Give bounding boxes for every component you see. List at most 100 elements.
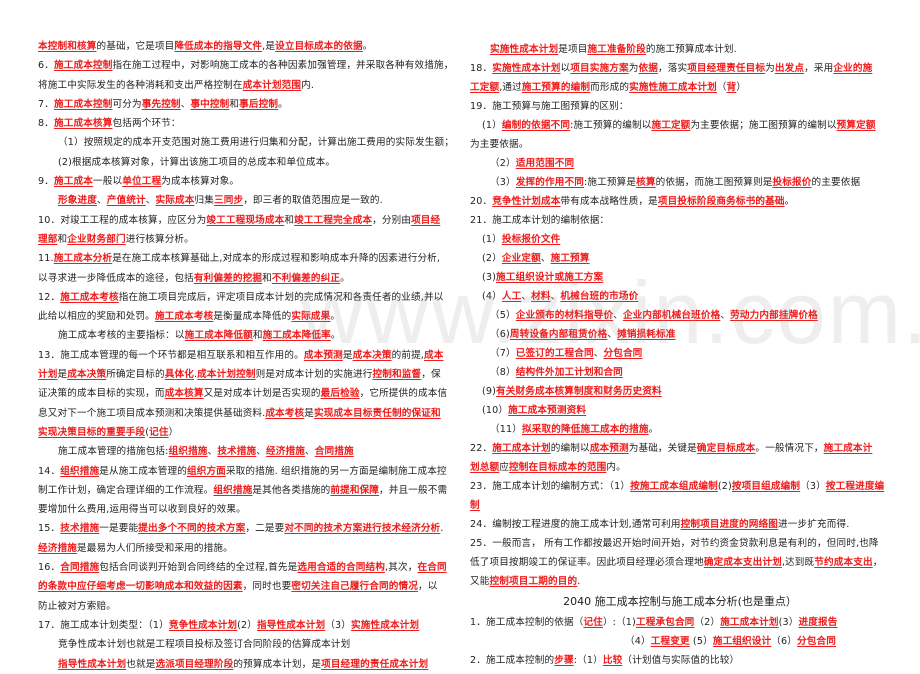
key-term: 投标报价文件 — [501, 234, 561, 245]
plain-text: 、 — [305, 446, 315, 458]
text-line: 11.施工成本分析是在施工成本核算基础上,对成本的形成过程和影响成本升降的因素进… — [38, 249, 448, 268]
key-term: 工程变更 — [650, 636, 690, 647]
plain-text: (1） — [482, 234, 502, 245]
plain-text: 是 — [342, 349, 353, 361]
key-term: 控制项目工期的目的 — [489, 576, 578, 587]
key-term: 施工组织设计或施工方案 — [496, 272, 604, 283]
text-line: 1．施工成本控制的依据（记住）:（1)工程承包合同（2）施工成本计划(3）进度报… — [470, 613, 890, 632]
key-term: 施工成本降低额 — [184, 330, 253, 342]
text-line: 将施工中实际发生的各种消耗和支出严格控制在成本计划范围内. — [38, 76, 448, 95]
key-term: 提出多个不同的技术方案 — [138, 523, 246, 535]
key-term: 施工成本预测资料 — [508, 405, 587, 416]
key-term: 前提和保障 — [330, 484, 380, 496]
key-term: 成本预测 — [303, 349, 343, 361]
plain-text: :（1） — [573, 655, 603, 666]
key-term: 比较 — [602, 655, 623, 666]
plain-text: 则是对成本计划的实施进行 — [255, 369, 373, 381]
plain-text: 又是对成本计划是否实现的 — [203, 388, 321, 400]
plain-text: 、 — [145, 195, 156, 207]
key-term: 施工成本计划 — [492, 443, 551, 454]
plain-text: 的前提, — [391, 349, 425, 361]
key-term: 拟采取的降低施工成本的措施 — [522, 424, 649, 435]
plain-text: (10） — [482, 405, 509, 416]
key-term: 实施性成本计划 — [350, 619, 420, 631]
key-term: 施工成本 — [54, 176, 93, 188]
text-line: 以寻求进一步降低成本的途径，包括有利偏差的挖掘和不利偏差的纠正。 — [38, 269, 448, 288]
text-line: 制 — [470, 496, 890, 515]
plain-text: 要增加什么费用,运用得当可以收到良好的效果。 — [38, 504, 246, 516]
key-term: 单位工程 — [122, 176, 162, 188]
plain-text: 施工成本考核的主要指标：以 — [58, 330, 185, 342]
key-term: 出发点 — [774, 63, 805, 74]
plain-text: 17．施工成本计划类型：（1） — [38, 619, 169, 631]
text-line: （3）发挥的作用不同:施工预算是核算的依据，而施工图预算则是投标报价的主要依据 — [470, 173, 890, 192]
plain-text: 16． — [38, 562, 61, 574]
key-term: 记住 — [583, 617, 603, 628]
plain-text: ，同时也要 — [242, 581, 292, 593]
key-term: 投标报价 — [772, 177, 812, 188]
text-line: 9．施工成本一般以单位工程为成本核算对象。 — [38, 172, 448, 191]
plain-text: 是 — [304, 407, 315, 419]
key-term: 的条款中应仔细考虑一切影响成本和效益的因素 — [38, 581, 243, 593]
key-term: 指导性成本计划 — [58, 658, 127, 670]
key-term: 按项目组成编制 — [731, 481, 801, 492]
key-term: 施工准备阶段 — [587, 44, 646, 55]
text-line: 23．施工成本计划的编制方式：（1）按施工成本组成编制(2)按项目组成编制（3）… — [470, 477, 890, 496]
plain-text: 所确定目标的 — [106, 369, 165, 381]
plain-text: ，并且一般不需 — [379, 484, 448, 496]
plain-text: （6) — [490, 329, 510, 340]
plain-text: 的基础，它是项目 — [96, 41, 175, 52]
key-term: 项目实施方案 — [570, 63, 629, 74]
plain-text: 7． — [38, 98, 54, 110]
key-term: 周转设备内部租赁价格 — [509, 329, 608, 340]
plain-text: ，二是要 — [245, 523, 285, 535]
plain-text: 、 — [540, 253, 551, 264]
key-term: 施工成本计划 — [720, 617, 779, 628]
plain-text: :施工预算的编制以 — [570, 120, 652, 131]
text-line: 本控制和核算的基础，它是项目降低成本的指导文件,是设立目标成本的依据。 — [38, 37, 448, 56]
plain-text: 是 — [57, 369, 68, 381]
plain-text: 15． — [38, 523, 61, 535]
plain-text: (9) — [482, 386, 497, 397]
plain-text: (2) — [717, 481, 732, 492]
plain-text: （3） — [490, 177, 516, 188]
text-line: (2)根据成本核算对象，计算出该施工项目的总成本和单位成本。 — [38, 153, 448, 172]
key-term: 企业内部机械台班价格 — [622, 310, 721, 321]
plain-text: 是项目 — [558, 44, 588, 55]
key-term: 组织方面 — [186, 465, 226, 477]
plain-text: 12． — [38, 291, 61, 303]
key-term: 技术措施 — [217, 446, 257, 458]
key-term: 控制在目标成本的范围 — [508, 462, 607, 473]
text-line: 防止被对方索赔。 — [38, 597, 448, 616]
key-term: 企业财务部门 — [67, 233, 126, 245]
plain-text: 、 — [607, 329, 618, 340]
plain-text: ）:（1) — [602, 617, 636, 628]
key-term: 实施性成本计划 — [490, 44, 559, 55]
key-term: 实施性成本计划 — [492, 63, 561, 74]
text-line: 24．编制按工程进度的施工成本计划,通常可利用控制项目进度的网络图进一步扩充而得… — [470, 515, 890, 534]
key-term: 编制的依据不同 — [501, 120, 571, 131]
plain-text: 、 — [613, 310, 623, 321]
plain-text: 此给以相应的奖励和处罚。 — [38, 311, 155, 323]
key-term: 确定目标成本 — [696, 443, 756, 454]
plain-text: （2） — [694, 617, 721, 628]
plain-text: 进一步扩充而得. — [778, 519, 850, 530]
text-line: 要增加什么费用,运用得当可以收到良好的效果。 — [38, 500, 448, 519]
plain-text: ，即三者的取值范围应是一致的. — [243, 195, 383, 207]
plain-text: （3） — [800, 481, 826, 492]
plain-text: 的依据，而施工图预算则是 — [655, 177, 773, 188]
plain-text: ,通过 — [499, 82, 522, 93]
document-page: 本控制和核算的基础，它是项目降低成本的指导文件,是设立目标成本的依据。 6．施工成… — [0, 0, 920, 670]
text-line: （7）已签订的工程合同、分包合同 — [470, 344, 890, 363]
key-term: 结构件外加工计划和合同 — [515, 367, 623, 378]
plain-text: 内。 — [606, 462, 626, 473]
plain-text: （8） — [490, 367, 516, 378]
text-line: 施工成本管理的措施包括:组织措施、技术措施、经济措施、合同措施 — [38, 442, 448, 461]
key-term: 施工成本计 — [823, 443, 873, 454]
plain-text: 11. — [38, 253, 54, 265]
plain-text: 。 — [784, 196, 795, 207]
plain-text: 的主要依据 — [811, 177, 861, 188]
plain-text: 为主要依据；施工图预算的编制以 — [690, 120, 837, 131]
plain-text: （1）按照规定的成本开支范围对施工费用进行归集和分配，计算出施工费用的实际发生额… — [58, 137, 455, 149]
key-term: 事后控制 — [239, 98, 279, 110]
